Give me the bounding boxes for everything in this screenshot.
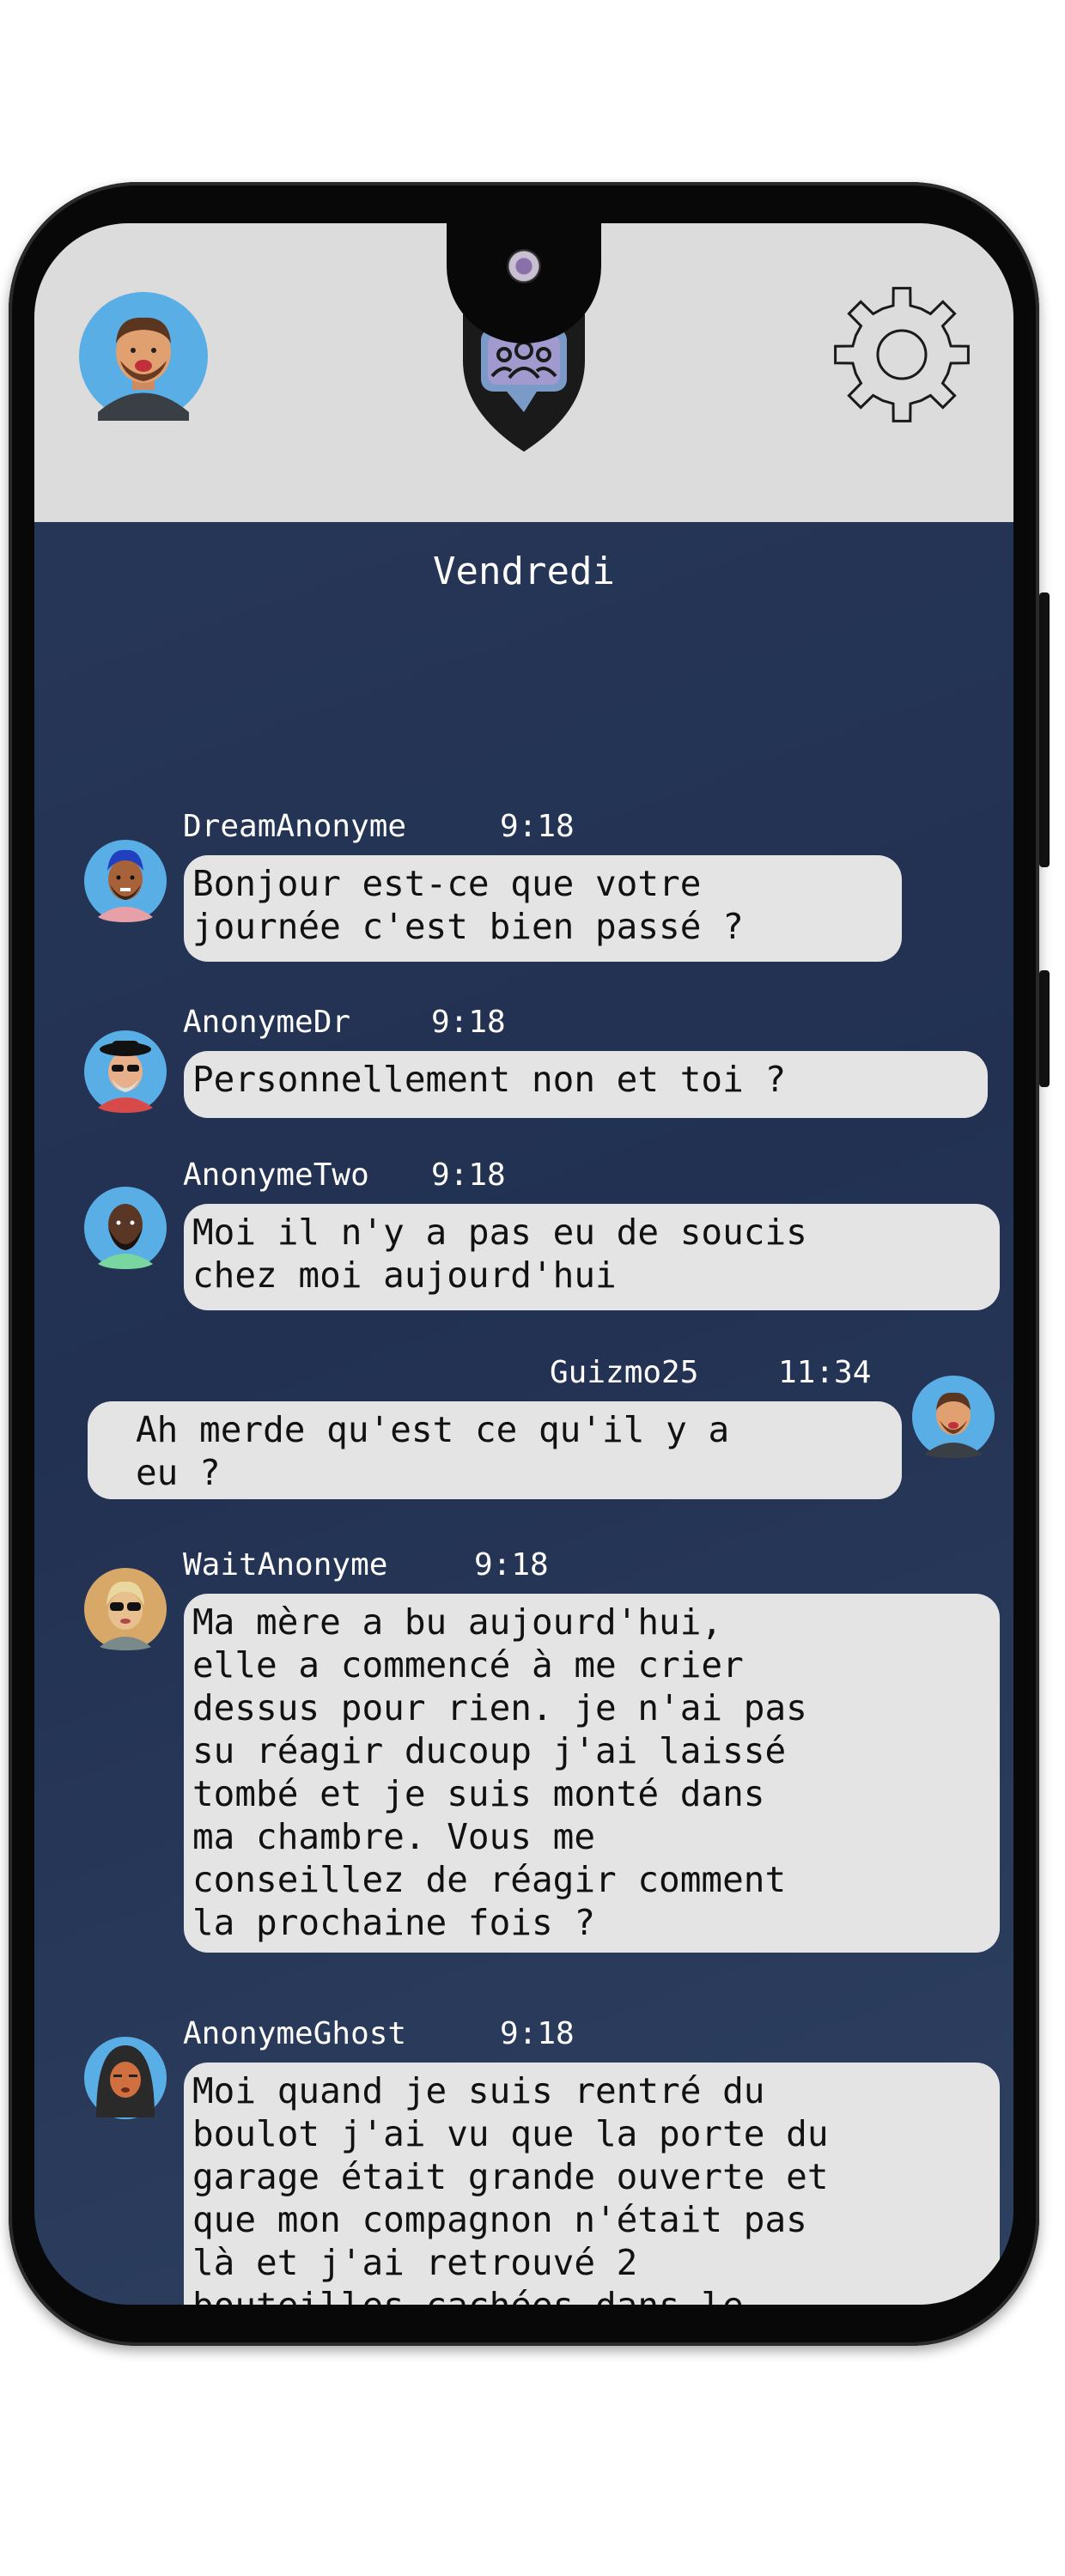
message-bubble[interactable]: Bonjour est-ce que votre journée c'est b…	[184, 855, 902, 962]
sender-name: AnonymeGhost	[183, 2016, 407, 2051]
message-time: 9:18	[431, 1157, 506, 1193]
message-bubble[interactable]: Moi il n'y a pas eu de soucis chez moi a…	[184, 1204, 1000, 1310]
sender-name: AnonymeDr	[183, 1005, 351, 1040]
sender-avatar[interactable]	[84, 840, 167, 922]
sender-name: WaitAnonyme	[183, 1547, 388, 1583]
sender-avatar[interactable]	[912, 1376, 995, 1458]
screen: Vendredi DreamAnonyme 9:18 Bonjour est-c…	[34, 223, 1013, 2305]
sender-avatar[interactable]	[84, 1030, 167, 1113]
sender-name: DreamAnonyme	[183, 809, 407, 844]
message-time: 9:18	[500, 2016, 575, 2051]
message-bubble[interactable]: Personnellement non et toi ?	[184, 1051, 988, 1118]
sender-name: Guizmo25	[550, 1355, 699, 1390]
message-bubble[interactable]: Moi quand je suis rentré du boulot j'ai …	[184, 2063, 1000, 2305]
sender-avatar[interactable]	[84, 2037, 167, 2119]
message-time: 11:34	[778, 1355, 872, 1390]
sender-name: AnonymeTwo	[183, 1157, 369, 1193]
day-separator: Vendredi	[433, 550, 615, 593]
gear-icon[interactable]	[829, 282, 975, 428]
message-bubble[interactable]: Ma mère a bu aujourd'hui, elle a commenc…	[184, 1594, 1000, 1953]
message-time: 9:18	[431, 1005, 506, 1040]
power-button	[1039, 592, 1050, 867]
message-bubble[interactable]: Ah merde qu'est ce qu'il y a eu ?	[88, 1401, 902, 1499]
sender-avatar[interactable]	[84, 1568, 167, 1650]
phone-frame: Vendredi DreamAnonyme 9:18 Bonjour est-c…	[9, 182, 1050, 2346]
sender-avatar[interactable]	[84, 1187, 167, 1269]
user-avatar[interactable]	[79, 292, 208, 421]
volume-button	[1039, 970, 1050, 1087]
message-time: 9:18	[474, 1547, 549, 1583]
front-camera	[507, 249, 541, 283]
message-time: 9:18	[500, 809, 575, 844]
